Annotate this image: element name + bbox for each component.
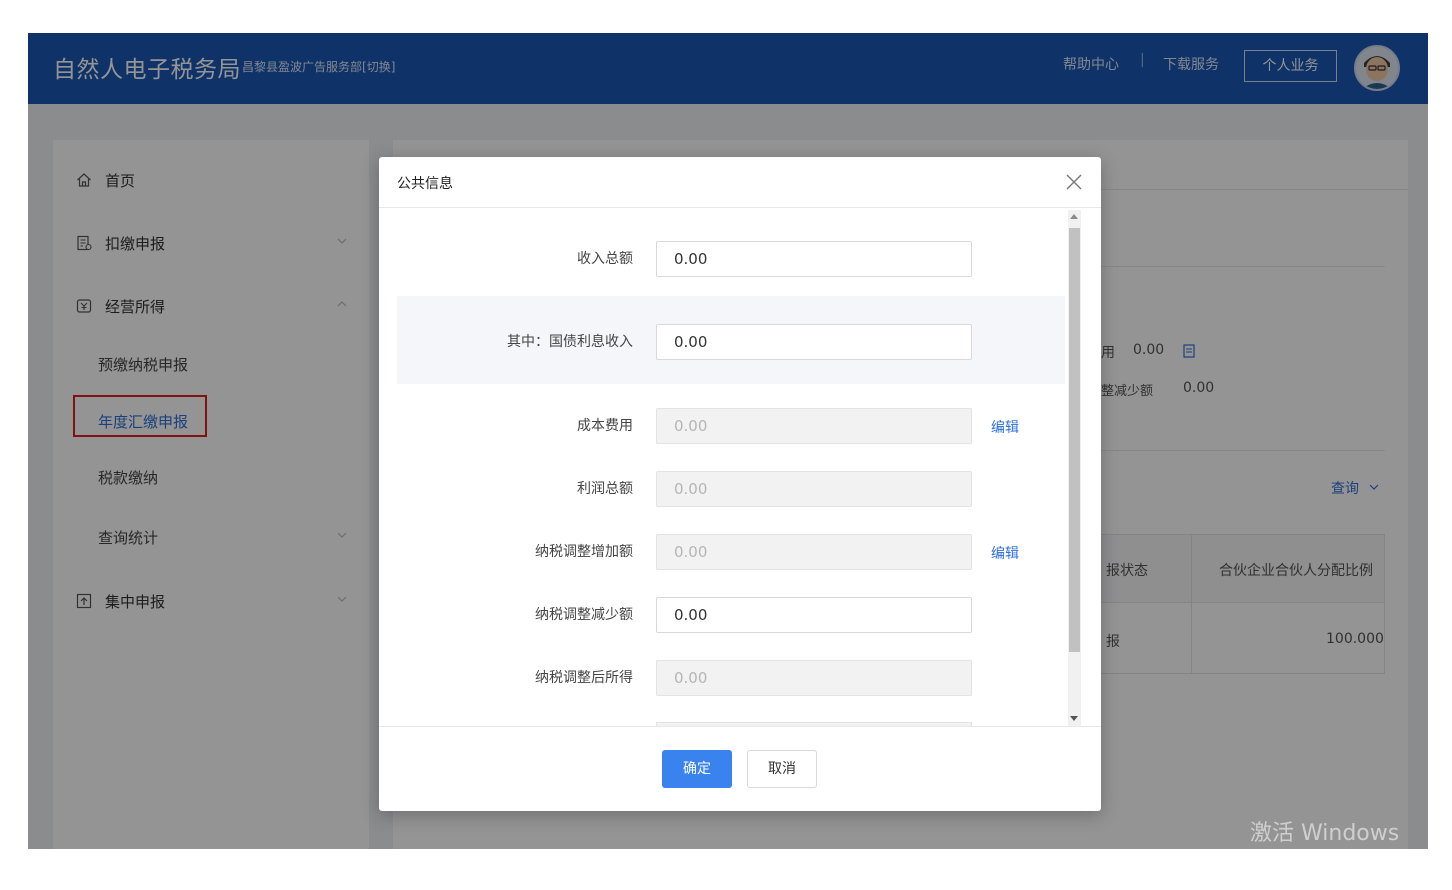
dialog-title: 公共信息	[397, 176, 453, 192]
form-row-adjusted-income: 纳税调整后所得 0.00	[397, 636, 1065, 724]
tax-adjust-increase-input: 0.00	[656, 534, 972, 570]
field-label: 利润总额	[577, 481, 633, 497]
public-info-dialog: 公共信息 收入总额 0.00 其中：国债利息收入 0.00 成本费用 0.00 …	[379, 157, 1101, 811]
adjusted-income-input: 0.00	[656, 660, 972, 696]
total-income-input[interactable]: 0.00	[656, 241, 972, 277]
edit-adjust-increase-link[interactable]: 编辑	[991, 543, 1019, 563]
scroll-up-arrow-icon[interactable]	[1070, 214, 1078, 219]
form-row-total-income: 收入总额 0.00	[397, 208, 1065, 296]
cancel-button[interactable]: 取消	[747, 750, 817, 788]
scroll-thumb[interactable]	[1069, 228, 1080, 652]
field-label: 成本费用	[577, 418, 633, 434]
dialog-header: 公共信息	[379, 157, 1101, 208]
dialog-footer: 确定 取消	[379, 726, 1101, 811]
tax-adjust-decrease-input[interactable]: 0.00	[656, 597, 972, 633]
field-label: 纳税调整增加额	[535, 544, 633, 560]
treasury-interest-input[interactable]: 0.00	[656, 324, 972, 360]
close-icon[interactable]	[1065, 173, 1083, 191]
form-row-treasury-interest: 其中：国债利息收入 0.00	[397, 296, 1065, 384]
dialog-body: 收入总额 0.00 其中：国债利息收入 0.00 成本费用 0.00 编辑 利润…	[379, 208, 1101, 726]
scroll-down-arrow-icon[interactable]	[1070, 716, 1078, 721]
field-label: 纳税调整减少额	[535, 607, 633, 623]
windows-activation-watermark: 激活 Windows	[1250, 821, 1400, 846]
edit-cost-link[interactable]: 编辑	[991, 417, 1019, 437]
field-label: 纳税调整后所得	[535, 670, 633, 686]
field-label: 收入总额	[577, 251, 633, 267]
dialog-scrollbar[interactable]	[1068, 210, 1081, 726]
confirm-button[interactable]: 确定	[662, 750, 732, 788]
field-label: 其中：国债利息收入	[507, 334, 633, 350]
total-profit-input: 0.00	[656, 471, 972, 507]
cost-input: 0.00	[656, 408, 972, 444]
